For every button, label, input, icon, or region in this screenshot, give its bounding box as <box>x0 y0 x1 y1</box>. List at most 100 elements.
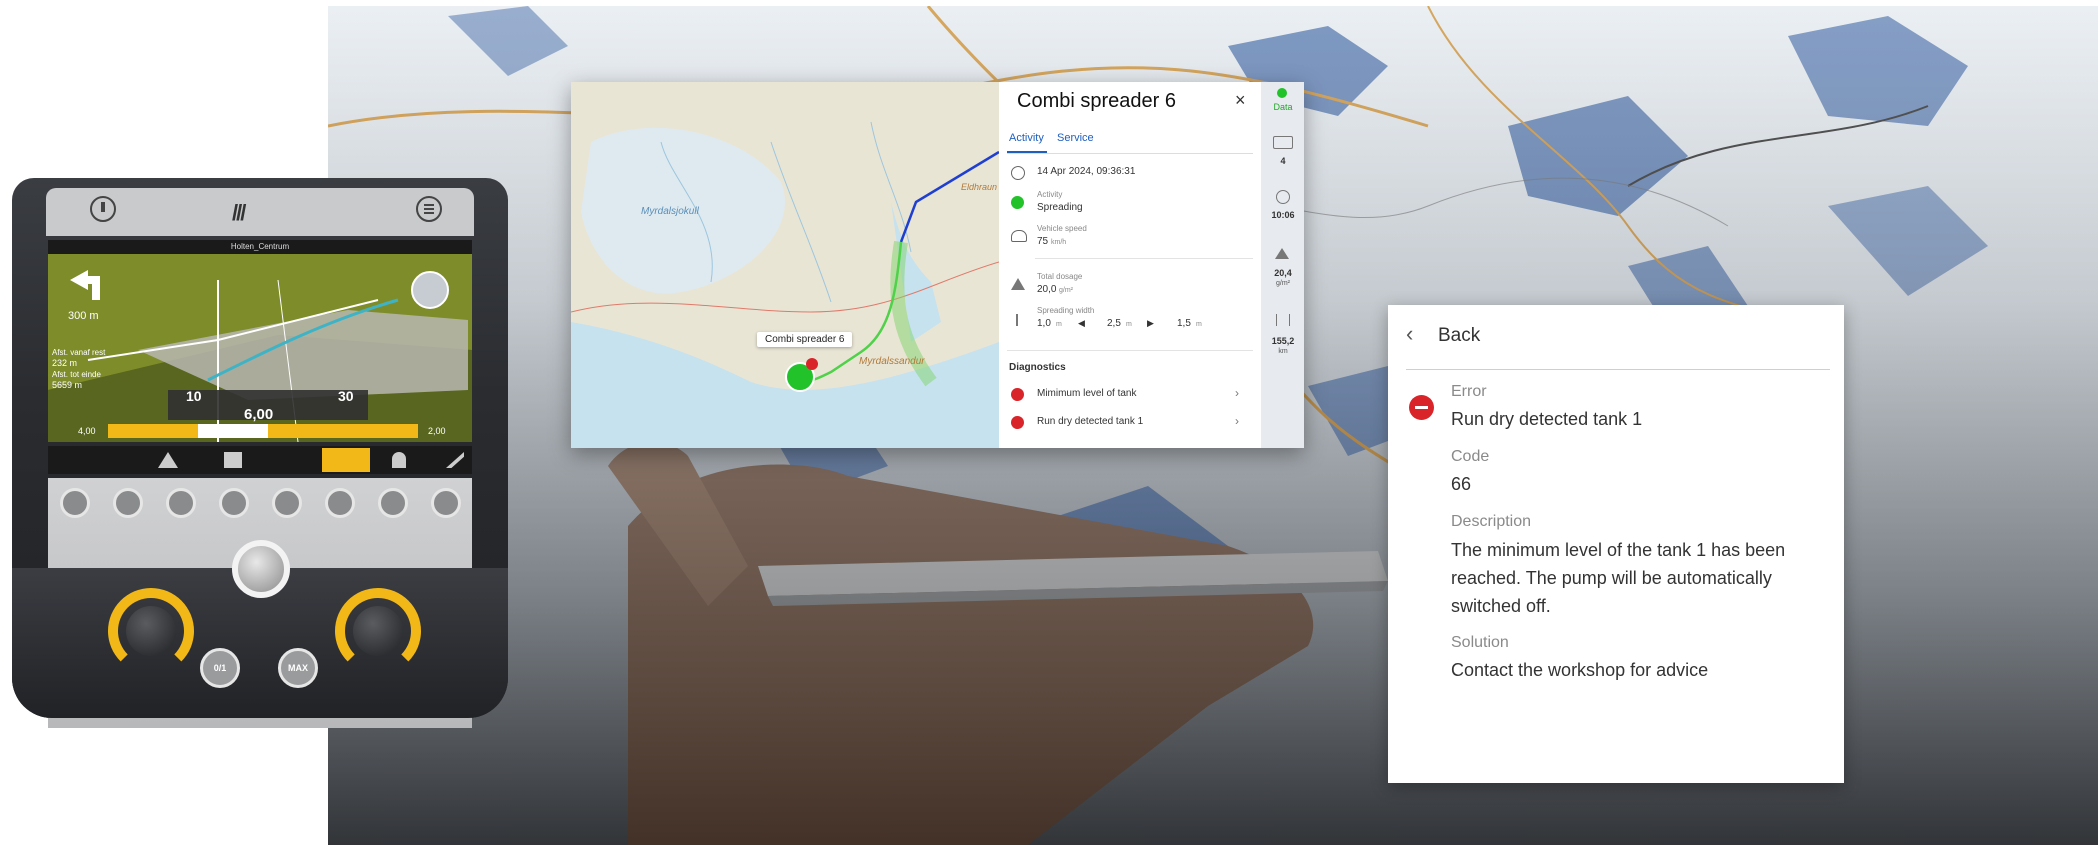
right-knob-cap[interactable] <box>353 606 403 656</box>
console-rate-value: 6,00 <box>244 406 274 423</box>
side-distance-value: 155,2 <box>1271 336 1295 346</box>
console-bar-max: 2,00 <box>428 426 446 436</box>
tractor-icon[interactable] <box>224 452 242 468</box>
menu-icon[interactable] <box>416 196 442 222</box>
width-right-arrow-icon[interactable]: ▶ <box>1147 318 1154 329</box>
console-distance-line-3: Afst. tot einde <box>52 370 101 379</box>
dosage-unit: g/m² <box>1059 287 1073 294</box>
width-value-center: 2,5 <box>1107 318 1121 329</box>
section-button-8[interactable] <box>431 488 461 518</box>
vehicle-error-badge-icon <box>806 358 818 370</box>
description-label: Description <box>1451 513 1532 530</box>
fleet-map-card: Myrdalsjokull Myrdalssandur Eldhraun Com… <box>571 82 1304 448</box>
left-knob-cap[interactable] <box>126 606 176 656</box>
solution-value: Contact the workshop for advice <box>1451 660 1709 680</box>
back-label: Back <box>1438 325 1481 346</box>
truck-icon <box>1273 136 1293 149</box>
vehicle-stats-sidebar: Data 4 10:06 20,4 g/m² 155,2 km <box>1261 82 1304 448</box>
center-rotary-knob[interactable] <box>232 540 290 598</box>
activity-timestamp: 14 Apr 2024, 09:36:31 <box>1037 166 1136 177</box>
map-label-town: Eldhraun <box>961 182 998 192</box>
width-label: Spreading width <box>1037 306 1095 315</box>
diagnostic-row-2[interactable]: Run dry detected tank 1 › <box>1007 412 1253 434</box>
spreader-icon[interactable] <box>322 448 370 472</box>
tab-activity[interactable]: Activity <box>1009 132 1044 144</box>
vehicle-tooltip-label: Combi spreader 6 <box>765 334 845 345</box>
on-off-button[interactable]: 0/1 <box>200 648 240 688</box>
section-button-3[interactable] <box>166 488 196 518</box>
max-button[interactable]: MAX <box>278 648 318 688</box>
console-function-strip <box>48 446 472 474</box>
console-screen: Holten_Centrum 300 m Afst. vanaf rest 23… <box>48 240 472 442</box>
dosage-icon <box>1275 248 1289 259</box>
speed-unit: km/h <box>1051 239 1067 246</box>
header-divider <box>1406 369 1830 370</box>
chevron-right-icon: › <box>1235 386 1239 400</box>
boundary-icon[interactable] <box>446 452 464 468</box>
max-label: MAX <box>288 663 308 673</box>
data-label: Data <box>1273 102 1293 112</box>
tab-service[interactable]: Service <box>1057 132 1094 144</box>
diagnostic-row-1[interactable]: Mimimum level of tank › <box>1007 384 1253 406</box>
time-value: 10:06 <box>1271 210 1295 220</box>
clock-icon <box>1276 190 1290 204</box>
section-button-2[interactable] <box>113 488 143 518</box>
console-bar-min: 4,00 <box>78 426 96 436</box>
speedometer-icon <box>1011 230 1027 242</box>
diagnostic-label-2: Run dry detected tank 1 <box>1037 416 1144 427</box>
console-distance-line-1: Afst. vanaf rest <box>52 348 106 357</box>
console-distance-line-2: 232 m <box>52 358 78 368</box>
road-icon <box>1276 314 1290 326</box>
truck-count: 4 <box>1280 156 1286 166</box>
width-unit-center: m <box>1126 321 1132 328</box>
chevron-left-icon: ‹ <box>1406 321 1414 346</box>
speed-value: 75 <box>1037 236 1049 247</box>
activity-value: Spreading <box>1037 202 1083 213</box>
vehicle-tooltip: Combi spreader 6 <box>757 332 853 347</box>
on-off-label: 0/1 <box>213 663 227 673</box>
console-distance-line-4: 5659 m <box>52 380 83 390</box>
activity-label: Activity <box>1037 190 1063 199</box>
data-status-icon <box>1277 88 1287 98</box>
width-value-left: 1,0 <box>1037 318 1051 329</box>
width-value-right: 1,5 <box>1177 318 1191 329</box>
map-view[interactable]: Myrdalsjokull Myrdalssandur Eldhraun Com… <box>571 82 999 448</box>
activity-status-icon <box>1011 196 1024 209</box>
info-divider-2 <box>1007 350 1253 351</box>
diagnostics-title: Diagnostics <box>1009 362 1066 373</box>
code-label: Code <box>1451 448 1490 465</box>
section-control-icon[interactable] <box>158 452 178 468</box>
chevron-right-icon: › <box>1235 414 1239 428</box>
width-unit-right: m <box>1196 321 1202 328</box>
power-icon[interactable] <box>90 196 116 222</box>
section-button-5[interactable] <box>272 488 302 518</box>
info-divider-1 <box>1035 258 1253 259</box>
clock-icon <box>1011 166 1025 180</box>
section-button-6[interactable] <box>325 488 355 518</box>
map-canvas <box>571 82 999 448</box>
description-line-2: reached. The pump will be automatically <box>1451 568 1772 588</box>
console-top-panel: /// <box>46 188 474 236</box>
map-label-glacier: Myrdalsjokull <box>641 206 699 217</box>
back-button[interactable]: ‹ Back <box>1406 321 1526 351</box>
beacon-icon[interactable] <box>392 452 406 468</box>
section-button-1[interactable] <box>60 488 90 518</box>
width-left-arrow-icon[interactable]: ◀ <box>1078 318 1085 329</box>
error-icon <box>1011 388 1024 401</box>
error-label: Error <box>1451 383 1487 400</box>
side-distance-unit: km <box>1278 348 1288 355</box>
description-line-1: The minimum level of the tank 1 has been <box>1451 540 1786 560</box>
control-console: /// Holten_Centrum 300 m Afst. vanaf res… <box>12 178 508 728</box>
section-button-7[interactable] <box>378 488 408 518</box>
console-gauge-right: 30 <box>338 388 354 404</box>
map-label-coast: Myrdalssandur <box>859 356 925 367</box>
close-icon[interactable]: × <box>1235 90 1246 111</box>
section-button-4[interactable] <box>219 488 249 518</box>
error-icon <box>1011 416 1024 429</box>
panel-title: Combi spreader 6 <box>1017 90 1176 112</box>
console-gauge-left: 10 <box>186 388 202 404</box>
tabs-divider <box>1007 153 1253 154</box>
dosage-icon <box>1011 278 1025 290</box>
error-detail-card: ‹ Back Error Run dry detected tank 1 Cod… <box>1388 305 1844 783</box>
width-unit-left: m <box>1056 321 1062 328</box>
